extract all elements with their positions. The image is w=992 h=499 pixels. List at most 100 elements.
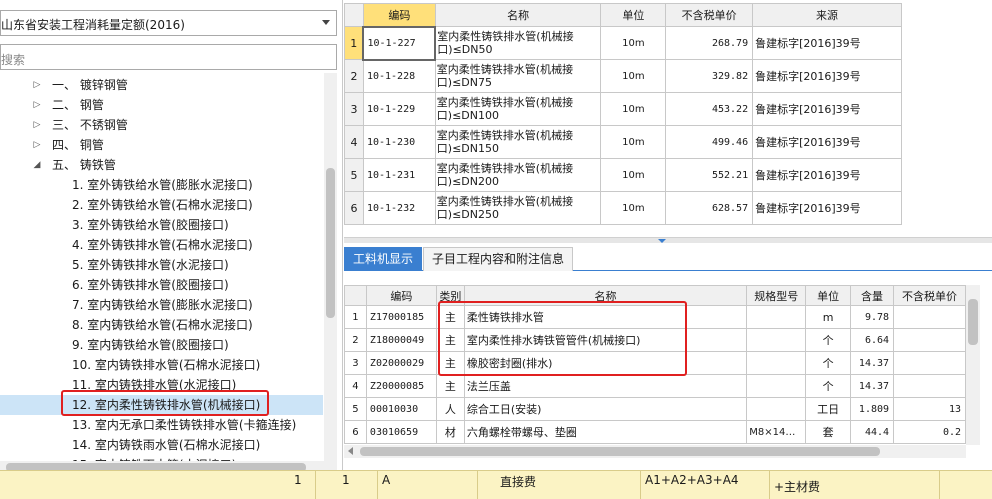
quota-price[interactable]: 453.22 [665,92,754,126]
scrollbar-thumb[interactable] [968,299,978,345]
fee-row-formula[interactable]: A1+A2+A3+A4 [641,471,770,499]
quota-row[interactable]: 2 10-1-228 室内柔性铸铁排水管(机械接 口)≤DN75 10m 329.82 鲁建… [344,59,902,93]
expanded-arrow-icon[interactable]: ◢ [32,155,42,175]
quota-name[interactable]: 室内柔性铸铁排水管(机械接 口)≤DN50 [434,26,602,60]
material-price[interactable]: 0.2 [893,420,966,444]
quota-code[interactable]: 10-1-227 [362,25,437,61]
row-number[interactable]: 6 [344,191,364,225]
row-number[interactable]: 5 [344,397,367,421]
collapsed-arrow-icon[interactable]: ▷ [32,95,42,115]
quota-source[interactable]: 鲁建标字[2016]39号 [752,59,902,93]
row-number[interactable]: 3 [344,351,367,375]
material-unit[interactable]: 工日 [805,397,852,421]
material-spec[interactable]: M8×14… [746,420,807,444]
row-number[interactable]: 3 [344,92,364,126]
collapsed-arrow-icon[interactable]: ▷ [32,75,42,95]
quota-row[interactable]: 5 10-1-231 室内柔性铸铁排水管(机械接 口)≤DN200 10m 552.21 鲁… [344,158,902,192]
material-code[interactable]: Z17000185 [365,305,437,329]
material-quantity[interactable]: 6.64 [850,328,895,352]
material-code[interactable]: 00010030 [365,397,437,421]
quota-code[interactable]: 10-1-229 [362,92,436,126]
row-number[interactable]: 1 [344,26,364,60]
quota-unit[interactable]: 10m [600,26,667,60]
tree-vertical-scrollbar[interactable] [324,73,337,461]
material-name[interactable]: 综合工日(安装) [463,397,748,421]
quota-code[interactable]: 10-1-231 [362,158,436,192]
materials-vertical-scrollbar[interactable] [966,285,980,445]
fee-row-code[interactable]: A [378,471,478,499]
material-spec[interactable] [746,374,807,398]
quota-source[interactable]: 鲁建标字[2016]39号 [752,125,902,159]
fee-row-extra[interactable]: +主材费 [770,471,940,499]
quota-price[interactable]: 329.82 [665,59,754,93]
tree-node[interactable]: ◢ 五、 铸铁管 [0,155,323,175]
material-unit[interactable]: 套 [805,420,852,444]
material-category[interactable]: 人 [435,397,465,421]
quota-unit[interactable]: 10m [600,59,667,93]
chevron-down-icon[interactable] [322,20,330,25]
col-header-unit[interactable]: 单位 [805,285,852,306]
collapsed-arrow-icon[interactable]: ▷ [32,115,42,135]
quota-price[interactable]: 499.46 [665,125,754,159]
row-number[interactable]: 2 [344,328,367,352]
material-unit[interactable]: m [805,305,852,329]
tree-node[interactable]: ▷ 二、 钢管 [0,95,323,115]
col-header-quantity[interactable]: 含量 [850,285,895,306]
quota-source[interactable]: 鲁建标字[2016]39号 [752,191,902,225]
quota-row[interactable]: 6 10-1-232 室内柔性铸铁排水管(机械接 口)≤DN250 10m 628.57 鲁… [344,191,902,225]
material-code[interactable]: Z18000049 [365,328,437,352]
quota-name[interactable]: 室内柔性铸铁排水管(机械接 口)≤DN100 [434,92,602,126]
tree-node[interactable]: 3. 室外铸铁给水管(胶圈接口) [0,215,323,235]
quota-name[interactable]: 室内柔性铸铁排水管(机械接 口)≤DN150 [434,125,602,159]
material-price[interactable]: 13 [893,397,966,421]
tree-node[interactable]: 8. 室内铸铁给水管(石棉水泥接口) [0,315,323,335]
material-spec[interactable] [746,397,807,421]
quota-unit[interactable]: 10m [600,92,667,126]
tree-node[interactable]: 5. 室外铸铁排水管(水泥接口) [0,255,323,275]
tree-node[interactable]: ▷ 四、 铜管 [0,135,323,155]
tree-node[interactable]: 10. 室内铸铁排水管(石棉水泥接口) [0,355,323,375]
material-quantity[interactable]: 9.78 [850,305,895,329]
tree-node[interactable]: 14. 室内铸铁雨水管(石棉水泥接口) [0,435,323,455]
material-code[interactable]: Z02000029 [365,351,437,375]
row-number[interactable]: 4 [344,125,364,159]
quota-name[interactable]: 室内柔性铸铁排水管(机械接 口)≤DN250 [434,191,602,225]
fee-row-index[interactable]: 1 [290,471,316,499]
material-unit[interactable]: 个 [805,328,852,352]
row-number[interactable]: 2 [344,59,364,93]
materials-horizontal-scrollbar[interactable] [344,445,966,458]
quota-name[interactable]: 室内柔性铸铁排水管(机械接 口)≤DN200 [434,158,602,192]
material-unit[interactable]: 个 [805,351,852,375]
material-row[interactable]: 6 03010659 材六角螺栓带螺母、垫圈 M8×14… 套 44.4 0.2 [344,420,966,444]
tree-node[interactable]: 13. 室内无承口柔性铸铁排水管(卡箍连接) [0,415,323,435]
quota-row[interactable]: 4 10-1-230 室内柔性铸铁排水管(机械接 口)≤DN150 10m 499.46 鲁… [344,125,902,159]
material-name[interactable]: 法兰压盖 [463,374,748,398]
quota-price[interactable]: 628.57 [665,191,754,225]
material-price[interactable] [893,328,966,352]
material-row[interactable]: 4 Z20000085 主法兰压盖 个 14.37 [344,374,966,398]
quota-library-select[interactable]: 山东省安装工程消耗量定额(2016) [0,10,337,36]
tree-node[interactable]: 6. 室外铸铁排水管(胶圈接口) [0,275,323,295]
pane-splitter[interactable] [344,237,992,243]
material-price[interactable] [893,305,966,329]
collapsed-arrow-icon[interactable]: ▷ [32,135,42,155]
tab-work-content[interactable]: 子目工程内容和附注信息 [423,247,574,271]
fee-row-seq[interactable]: 1 [316,471,378,499]
tree-node[interactable]: 9. 室内铸铁给水管(胶圈接口) [0,335,323,355]
quota-price[interactable]: 268.79 [665,26,754,60]
material-quantity[interactable]: 14.37 [850,374,895,398]
quota-source[interactable]: 鲁建标字[2016]39号 [752,26,902,60]
scrollbar-thumb[interactable] [326,168,335,318]
quota-name[interactable]: 室内柔性铸铁排水管(机械接 口)≤DN75 [434,59,602,93]
quota-unit[interactable]: 10m [600,125,667,159]
col-header-source[interactable]: 来源 [752,3,902,27]
tree-node[interactable]: 4. 室外铸铁排水管(石棉水泥接口) [0,235,323,255]
quota-row[interactable]: 3 10-1-229 室内柔性铸铁排水管(机械接 口)≤DN100 10m 453.22 鲁… [344,92,902,126]
tree-node[interactable]: 1. 室外铸铁给水管(膨胀水泥接口) [0,175,323,195]
quota-source[interactable]: 鲁建标字[2016]39号 [752,158,902,192]
material-price[interactable] [893,374,966,398]
row-number[interactable]: 5 [344,158,364,192]
quota-row[interactable]: 1 10-1-227 室内柔性铸铁排水管(机械接 口)≤DN50 10m 268.79 鲁建… [344,25,902,61]
fee-row-name[interactable]: 直接费 [478,471,641,499]
col-header-code[interactable]: 编码 [362,3,436,27]
